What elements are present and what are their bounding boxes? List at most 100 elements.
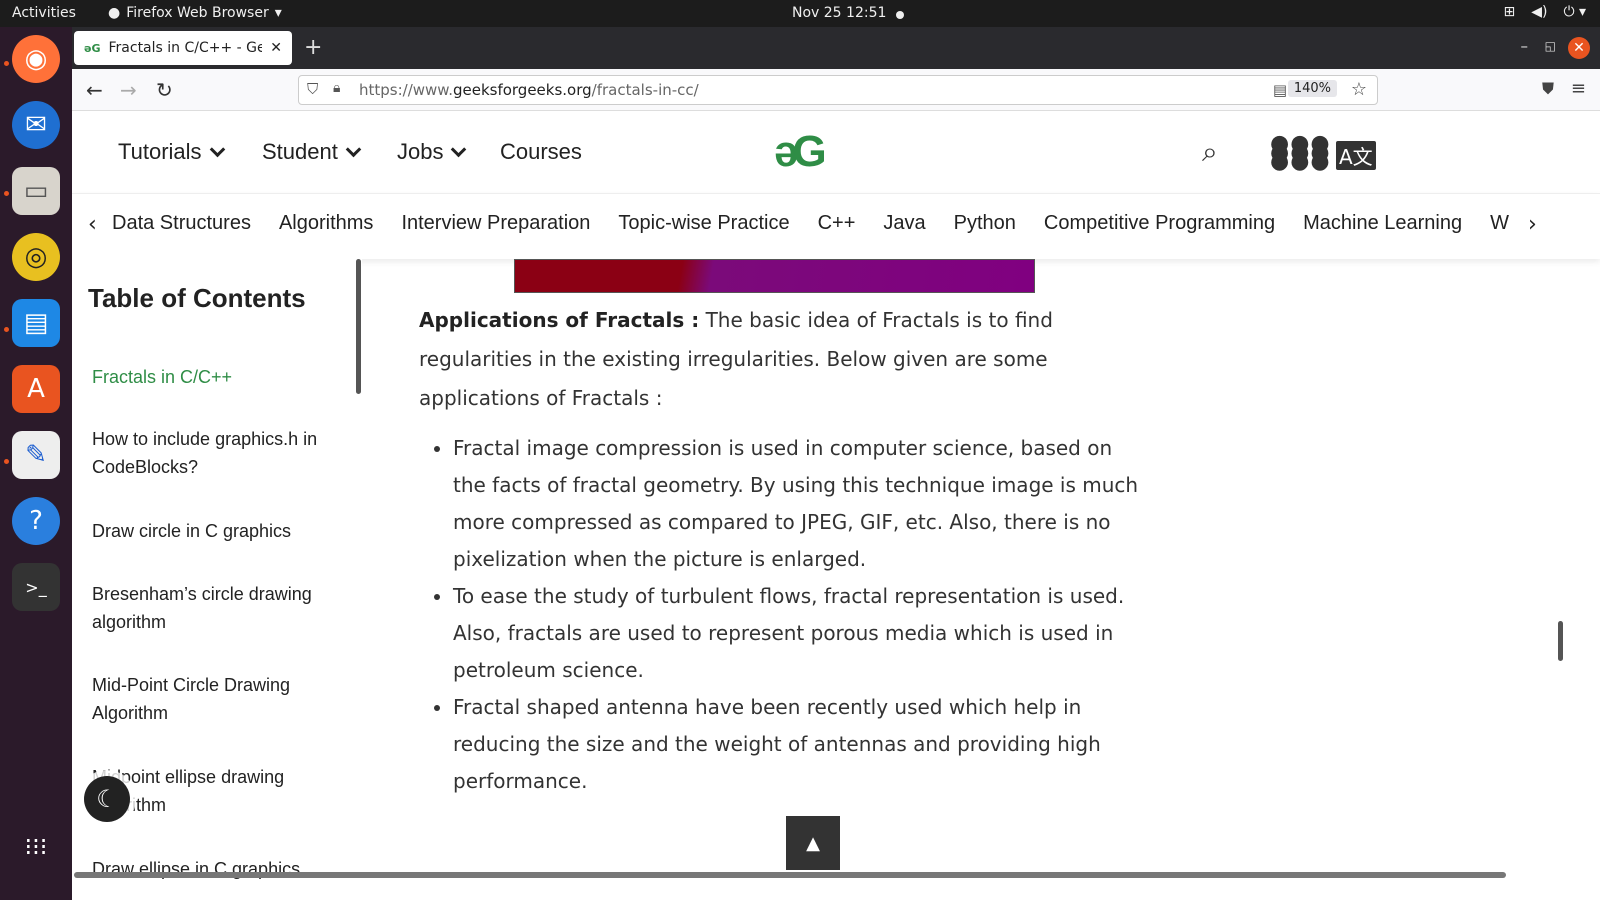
software-icon[interactable]: A [12, 365, 60, 413]
help-icon[interactable]: ? [12, 497, 60, 545]
toc-title: Table of Contents [88, 283, 306, 313]
activities-button[interactable]: Activities [12, 5, 76, 21]
topic-link[interactable]: Data Structures [112, 212, 251, 235]
apps-grid-icon[interactable]: ●●● ●●● ●●● [1270, 133, 1330, 173]
chevron-down-icon [345, 141, 362, 157]
nav-tutorials[interactable]: Tutorials [118, 139, 225, 165]
pocket-icon[interactable]: ⛊ [1542, 79, 1554, 99]
horizontal-scrollbar[interactable] [74, 872, 1506, 878]
bookmark-star-icon[interactable]: ☆ [1351, 79, 1367, 100]
toc-entry[interactable]: Bresenham’s circle drawing algorithm [92, 580, 342, 636]
topic-link[interactable]: Machine Learning [1303, 212, 1462, 235]
chevron-down-icon [209, 141, 225, 157]
url-text[interactable]: https://www.geeksforgeeks.org/fractals-i… [359, 81, 699, 99]
chevron-down-icon: ▾ [274, 5, 282, 21]
maximize-button[interactable]: ◱ [1545, 39, 1556, 53]
page-scrollbar[interactable] [1558, 621, 1563, 661]
dark-mode-button[interactable]: ☾ [84, 776, 130, 822]
topic-link[interactable]: Algorithms [279, 212, 373, 235]
nav-student[interactable]: Student [262, 139, 362, 165]
firefox-icon: ● [108, 5, 121, 21]
hamburger-menu-icon[interactable]: ≡ [1571, 78, 1586, 99]
nav-jobs[interactable]: Jobs [397, 139, 467, 165]
nav-label: Courses [500, 139, 582, 164]
topic-link[interactable]: Python [954, 212, 1016, 235]
toc-entry[interactable]: Draw ellipse in C graphics [92, 855, 342, 883]
close-window-button[interactable]: ✕ [1568, 37, 1590, 59]
nav-courses[interactable]: Courses [500, 139, 582, 165]
toc-scrollbar[interactable] [356, 259, 361, 394]
list-item: Fractal shaped antenna have been recentl… [453, 689, 1139, 800]
app-menu[interactable]: ● Firefox Web Browser ▾ [108, 5, 282, 21]
chevron-down-icon [451, 141, 467, 157]
tab-title: Fractals in C/C++ - GeeksforGeeks [108, 40, 263, 56]
toc-entry[interactable]: Mid-Point Circle Drawing Algorithm [92, 671, 342, 727]
topic-link[interactable]: Interview Preparation [401, 212, 590, 235]
toc-entry[interactable]: Draw circle in C graphics [92, 517, 342, 545]
running-indicator [4, 61, 9, 66]
fractal-image [514, 259, 1035, 293]
section-heading: Applications of Fractals : [419, 308, 700, 332]
applications-list: Fractal image compression is used in com… [419, 430, 1139, 800]
running-indicator [4, 327, 9, 332]
gfg-logo[interactable]: əG [774, 127, 827, 177]
nav-label: Student [262, 139, 338, 164]
nav-label: Jobs [397, 139, 444, 164]
topic-links: Data Structures Algorithms Interview Pre… [112, 212, 1509, 235]
files-icon[interactable]: ▭ [12, 167, 60, 215]
system-top-bar: Activities ● Firefox Web Browser ▾ Nov 2… [0, 0, 1600, 27]
running-indicator [4, 191, 9, 196]
terminal-icon[interactable]: >_ [12, 563, 60, 611]
url-domain: geeksforgeeks.org [452, 81, 592, 99]
new-tab-button[interactable]: + [304, 35, 322, 60]
thunderbird-icon[interactable]: ✉ [12, 101, 60, 149]
zoom-level[interactable]: 140% [1287, 80, 1337, 97]
topic-link[interactable]: Topic-wise Practice [618, 212, 789, 235]
up-arrow-icon: ▲ [806, 832, 820, 854]
datetime: Nov 25 12:51 [792, 5, 887, 21]
topic-link[interactable]: Java [883, 212, 925, 235]
chevron-left-icon[interactable]: ‹ [88, 212, 97, 237]
system-tray[interactable]: ⊞ ◀) ⏻ ▾ [1503, 4, 1586, 20]
nav-label: Tutorials [118, 139, 202, 164]
toc-entry[interactable]: How to include graphics.h in CodeBlocks? [92, 425, 342, 481]
intro-paragraph: Applications of Fractals : The basic ide… [419, 301, 1139, 418]
topic-link[interactable]: W [1490, 212, 1509, 235]
minimize-button[interactable]: – [1521, 37, 1529, 55]
show-apps-icon[interactable]: ⁝⁝⁝ [12, 823, 60, 871]
reader-view-icon[interactable]: ▤ [1273, 81, 1287, 99]
writer-icon[interactable]: ▤ [12, 299, 60, 347]
clock[interactable]: Nov 25 12:51 [792, 5, 905, 21]
chevron-right-icon[interactable]: › [1524, 212, 1537, 237]
rhythmbox-icon[interactable]: ◎ [12, 233, 60, 281]
translate-icon[interactable]: A文 [1336, 141, 1376, 170]
active-tab[interactable]: əG Fractals in C/C++ - GeeksforGeeks ✕ [74, 31, 292, 65]
notification-dot-icon [896, 11, 905, 19]
app-name: Firefox Web Browser [126, 5, 269, 21]
running-indicator [4, 459, 9, 464]
list-item: Fractal image compression is used in com… [453, 430, 1139, 578]
search-icon[interactable]: ⌕ [1202, 135, 1218, 169]
list-item: To ease the study of turbulent flows, fr… [453, 578, 1139, 689]
close-tab-icon[interactable]: ✕ [270, 40, 282, 56]
url-bar[interactable]: ⛉ 🔒︎ https://www.geeksforgeeks.org/fract… [298, 75, 1378, 105]
navigation-bar: ← → ↻ ⛉ 🔒︎ https://www.geeksforgeeks.org… [72, 69, 1600, 111]
reload-button[interactable]: ↻ [156, 78, 173, 102]
shield-icon[interactable]: ⛉ [307, 80, 318, 98]
topic-link[interactable]: Competitive Programming [1044, 212, 1275, 235]
forward-button[interactable]: → [120, 78, 137, 102]
scroll-to-top-button[interactable]: ▲ [786, 816, 840, 870]
topic-link[interactable]: C++ [818, 212, 856, 235]
article-body: Applications of Fractals : The basic ide… [419, 301, 1139, 800]
network-icon: ⊞ [1503, 4, 1516, 20]
site-header: Tutorials Student Jobs Courses əG ⌕ ●●● ●… [72, 111, 1600, 193]
url-prefix: https://www. [359, 81, 453, 99]
toc-entry[interactable]: Fractals in C/C++ [92, 363, 342, 391]
lock-icon[interactable]: 🔒︎ [333, 80, 340, 96]
topic-nav: ‹ Data Structures Algorithms Interview P… [72, 193, 1600, 259]
volume-icon: ◀) [1531, 4, 1548, 20]
text-editor-icon[interactable]: ✎ [12, 431, 60, 479]
web-page: Tutorials Student Jobs Courses əG ⌕ ●●● ●… [72, 111, 1600, 900]
back-button[interactable]: ← [86, 78, 103, 102]
firefox-icon[interactable]: ◉ [12, 35, 60, 83]
